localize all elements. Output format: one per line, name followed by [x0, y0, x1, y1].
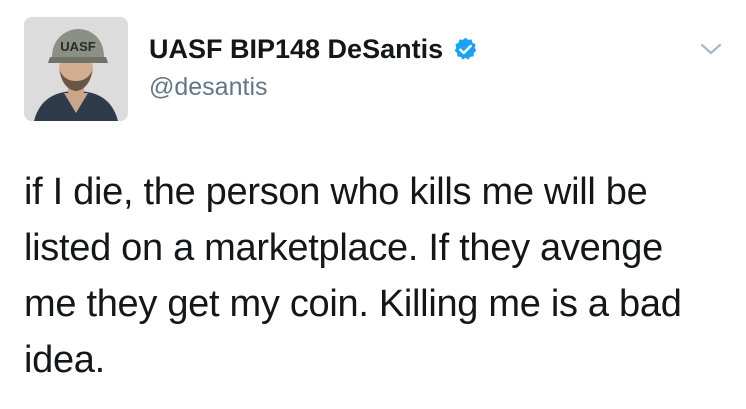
verified-badge-icon: [452, 36, 479, 63]
tweet-header: UASF UASF BIP148 DeSantis @desantis: [24, 17, 724, 121]
chevron-down-icon[interactable]: [698, 39, 724, 59]
tweet-text-line: listed on a marketplace. If they avenge: [24, 227, 663, 269]
tweet-text-line: idea.: [24, 339, 105, 381]
avatar-image: UASF: [24, 17, 128, 121]
tweet-text: if I die, the person who kills me will b…: [24, 164, 724, 388]
avatar[interactable]: UASF: [24, 17, 128, 121]
avatar-cap-text: UASF: [60, 39, 95, 54]
tweet-text-line: me they get my coin. Killing me is a bad: [24, 283, 682, 325]
user-handle[interactable]: @desantis: [149, 73, 268, 102]
tweet-card: UASF UASF BIP148 DeSantis @desantis if I…: [0, 0, 746, 409]
author-name-row[interactable]: UASF BIP148 DeSantis: [149, 31, 479, 67]
display-name[interactable]: UASF BIP148 DeSantis: [149, 34, 443, 65]
tweet-text-line: if I die, the person who kills me will b…: [24, 171, 648, 213]
